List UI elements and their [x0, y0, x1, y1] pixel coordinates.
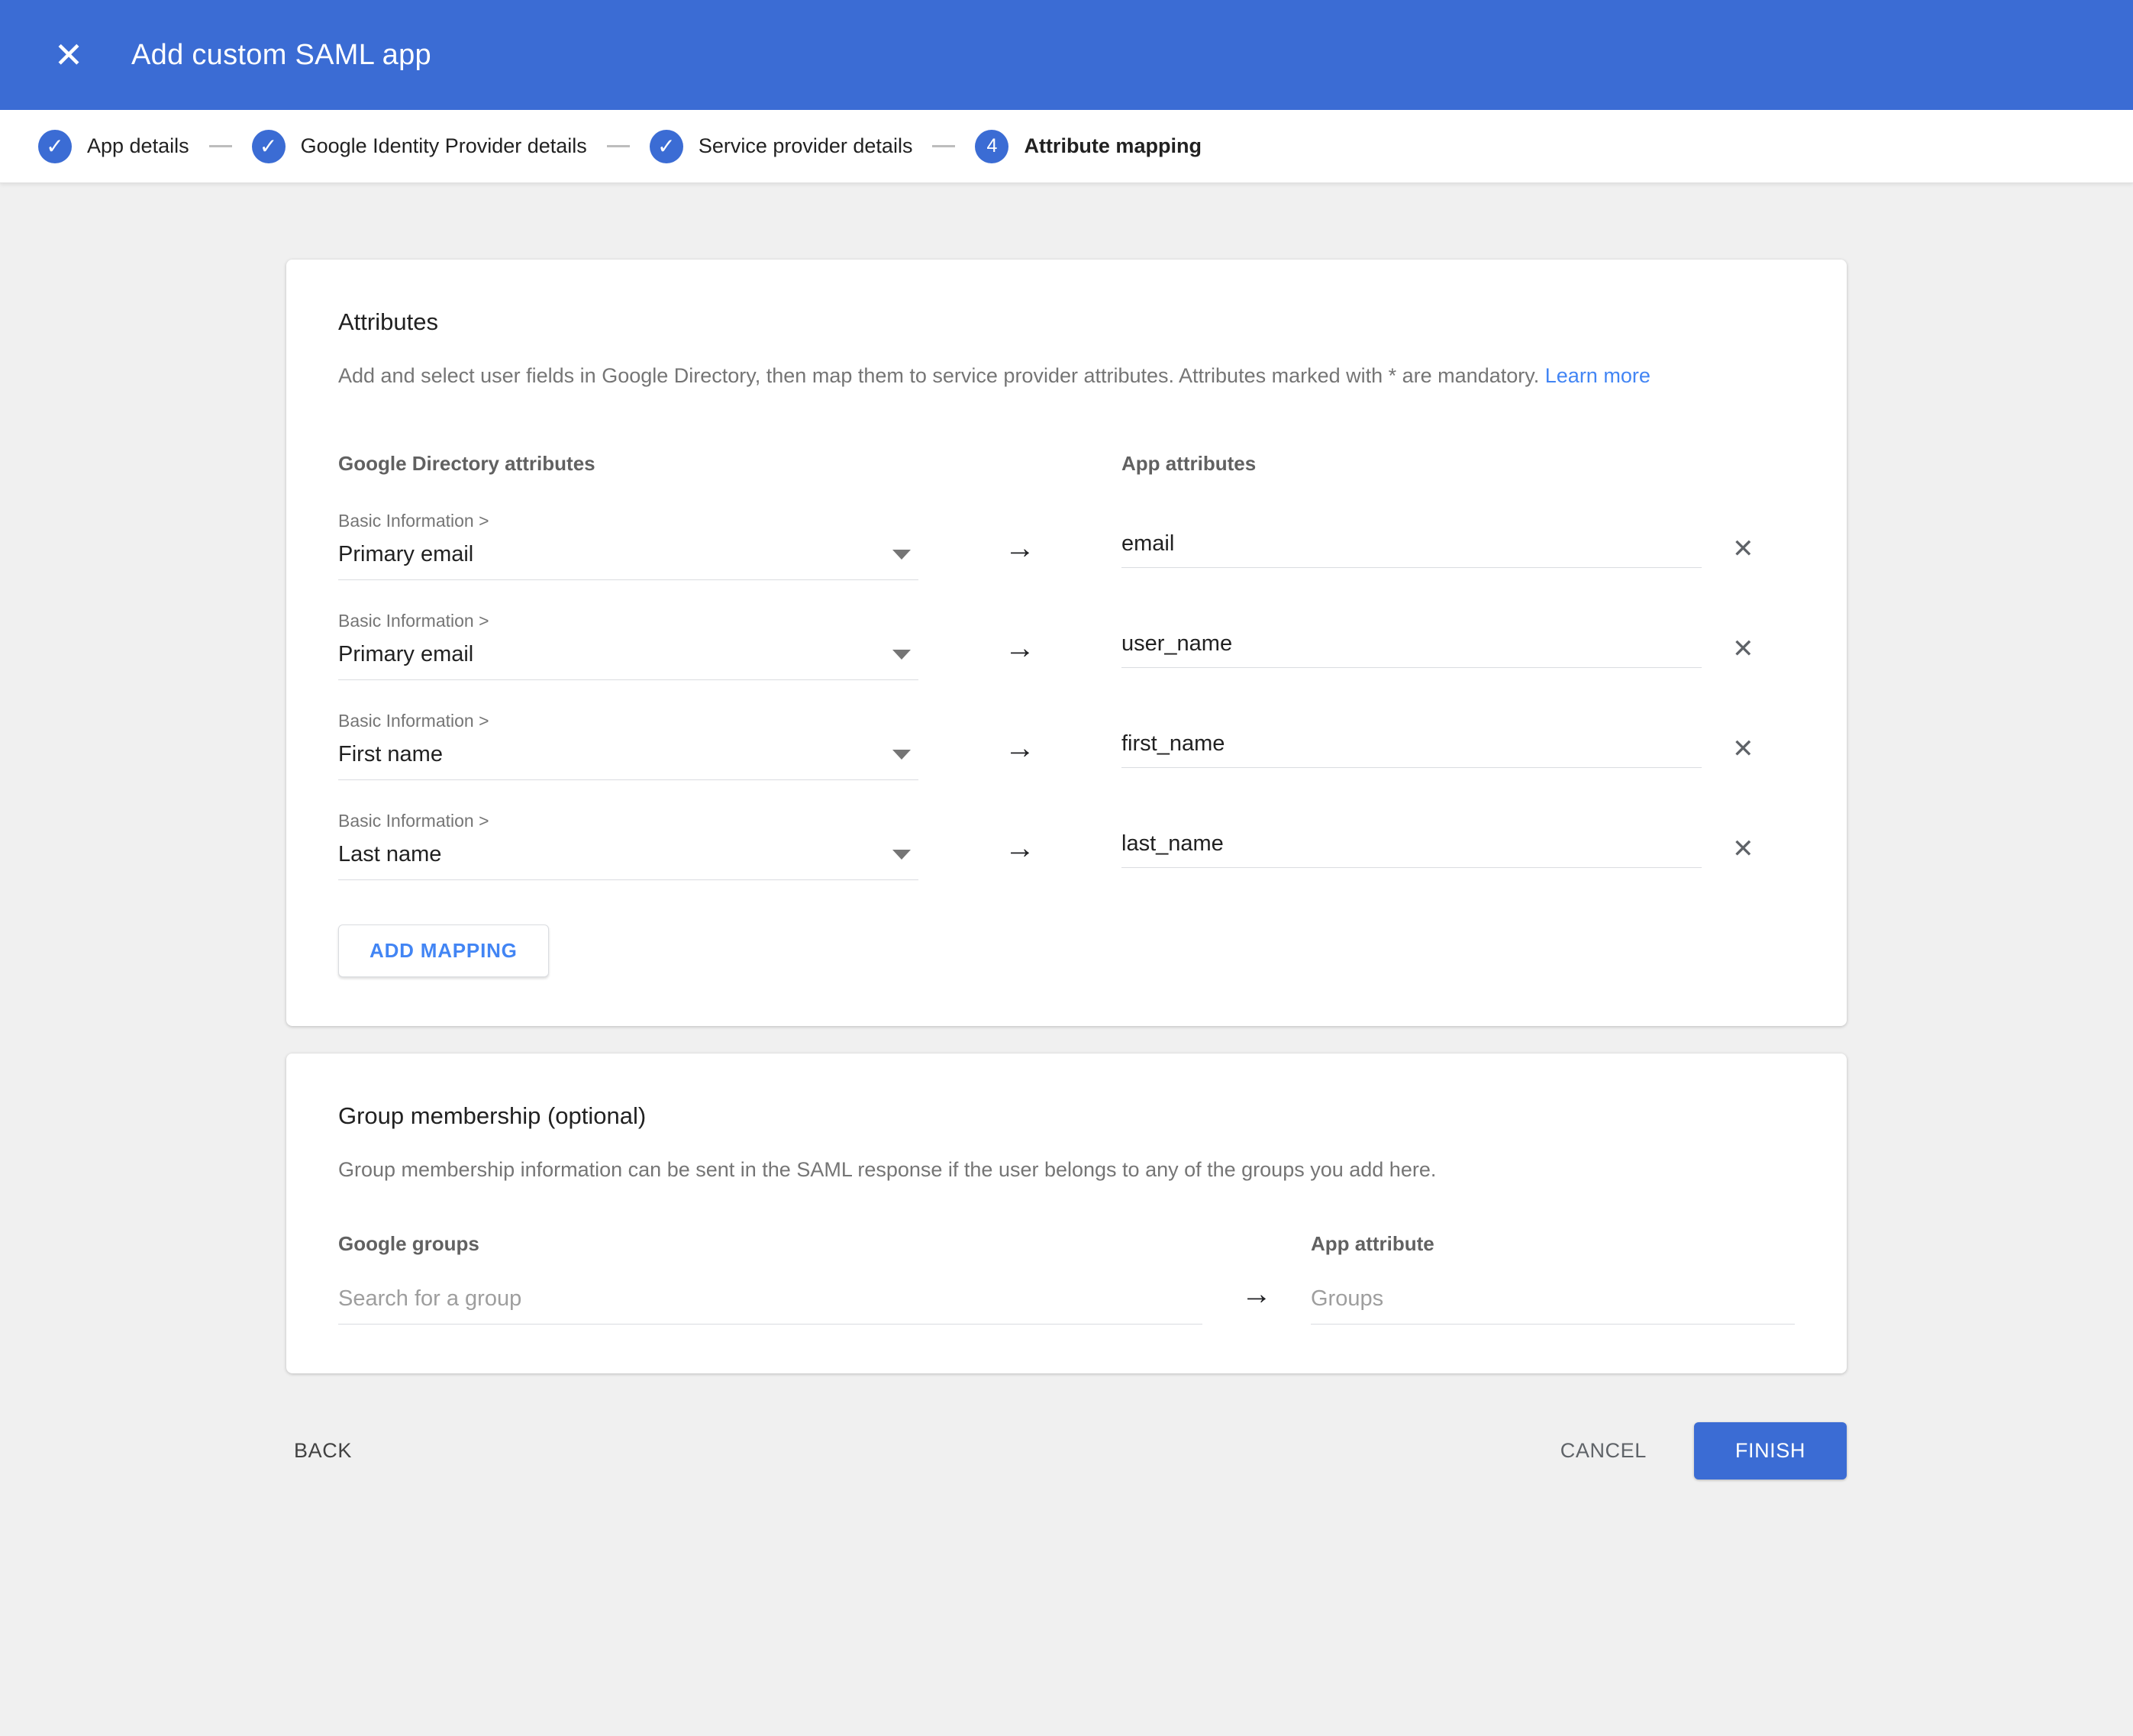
remove-mapping-icon[interactable]: ✕: [1732, 836, 1754, 862]
step-complete-circle: ✓: [650, 130, 683, 163]
group-search-input[interactable]: [338, 1279, 1202, 1325]
app-attributes-column-header: App attributes: [1121, 452, 1702, 476]
step-google-idp-details[interactable]: ✓ Google Identity Provider details: [252, 130, 587, 163]
step-label: Attribute mapping: [1024, 134, 1201, 158]
attribute-field-value: Primary email: [338, 642, 473, 667]
step-service-provider-details[interactable]: ✓ Service provider details: [650, 130, 913, 163]
directory-attribute-select[interactable]: Basic Information > Primary email: [338, 511, 918, 580]
arrow-right-icon: →: [1241, 1279, 1272, 1309]
attribute-field-value: First name: [338, 742, 443, 767]
attribute-category-label: Basic Information >: [338, 711, 918, 731]
step-separator: [607, 145, 630, 147]
app-attribute-input[interactable]: [1121, 824, 1702, 868]
remove-mapping-icon[interactable]: ✕: [1732, 736, 1754, 762]
chevron-down-icon: [892, 650, 911, 660]
arrow-right-icon: →: [1005, 533, 1035, 563]
add-mapping-button[interactable]: ADD MAPPING: [338, 924, 549, 977]
step-separator: [932, 145, 955, 147]
attribute-category-label: Basic Information >: [338, 511, 918, 531]
step-separator: [209, 145, 232, 147]
app-attribute-input[interactable]: [1121, 724, 1702, 768]
step-label: Google Identity Provider details: [301, 134, 587, 158]
directory-attribute-select[interactable]: Basic Information > Primary email: [338, 611, 918, 680]
attribute-field-value: Last name: [338, 842, 441, 867]
main-content: Attributes Add and select user fields in…: [0, 183, 2133, 1479]
mapping-column-headers: Google Directory attributes App attribut…: [338, 452, 1795, 476]
arrow-right-icon: →: [1005, 833, 1035, 863]
step-label: App details: [87, 134, 189, 158]
step-number-circle: 4: [975, 130, 1008, 163]
google-groups-column-header: Google groups: [338, 1232, 1202, 1256]
remove-mapping-icon[interactable]: ✕: [1732, 636, 1754, 662]
group-mapping-row: Google groups → App attribute: [338, 1232, 1795, 1325]
attribute-category-label: Basic Information >: [338, 611, 918, 631]
check-icon: ✓: [260, 136, 277, 157]
learn-more-link[interactable]: Learn more: [1545, 364, 1651, 387]
group-membership-title: Group membership (optional): [338, 1102, 1795, 1130]
step-complete-circle: ✓: [38, 130, 72, 163]
back-button[interactable]: BACK: [286, 1427, 360, 1475]
attributes-card-title: Attributes: [338, 308, 1795, 336]
attributes-card: Attributes Add and select user fields in…: [286, 260, 1847, 1026]
app-attribute-input[interactable]: [1121, 624, 1702, 668]
stepper: ✓ App details ✓ Google Identity Provider…: [0, 110, 2133, 183]
directory-attributes-column-header: Google Directory attributes: [338, 452, 918, 476]
app-attribute-column: App attribute: [1311, 1232, 1795, 1325]
app-attribute-column-header: App attribute: [1311, 1232, 1795, 1256]
check-icon: ✓: [657, 136, 675, 157]
arrow-right-icon: →: [1005, 633, 1035, 663]
dialog-header: ✕ Add custom SAML app: [0, 0, 2133, 110]
remove-mapping-icon[interactable]: ✕: [1732, 536, 1754, 562]
step-app-details[interactable]: ✓ App details: [38, 130, 189, 163]
attribute-field-value: Primary email: [338, 542, 473, 567]
mapping-row: Basic Information > Last name → ✕: [338, 811, 1795, 880]
attributes-card-description: Add and select user fields in Google Dir…: [338, 362, 1795, 391]
finish-button[interactable]: FINISH: [1694, 1422, 1847, 1479]
step-number: 4: [987, 135, 998, 157]
group-membership-description: Group membership information can be sent…: [338, 1156, 1795, 1185]
app-attribute-input[interactable]: [1121, 524, 1702, 568]
close-icon[interactable]: ✕: [44, 31, 93, 79]
chevron-down-icon: [892, 750, 911, 760]
attribute-category-label: Basic Information >: [338, 811, 918, 831]
mapping-row: Basic Information > First name → ✕: [338, 711, 1795, 780]
step-complete-circle: ✓: [252, 130, 286, 163]
step-label: Service provider details: [699, 134, 913, 158]
footer-actions: BACK CANCEL FINISH: [286, 1422, 1847, 1479]
google-groups-column: Google groups: [338, 1232, 1202, 1325]
directory-attribute-select[interactable]: Basic Information > Last name: [338, 811, 918, 880]
cancel-button[interactable]: CANCEL: [1553, 1427, 1654, 1475]
dialog-title: Add custom SAML app: [131, 39, 431, 72]
directory-attribute-select[interactable]: Basic Information > First name: [338, 711, 918, 780]
mapping-row: Basic Information > Primary email → ✕: [338, 511, 1795, 580]
description-text: Add and select user fields in Google Dir…: [338, 364, 1539, 387]
mapping-row: Basic Information > Primary email → ✕: [338, 611, 1795, 680]
group-membership-card: Group membership (optional) Group member…: [286, 1054, 1847, 1373]
check-icon: ✓: [46, 136, 63, 157]
arrow-right-icon: →: [1005, 733, 1035, 763]
chevron-down-icon: [892, 550, 911, 560]
step-attribute-mapping[interactable]: 4 Attribute mapping: [975, 130, 1201, 163]
chevron-down-icon: [892, 850, 911, 860]
group-app-attribute-input[interactable]: [1311, 1279, 1795, 1325]
